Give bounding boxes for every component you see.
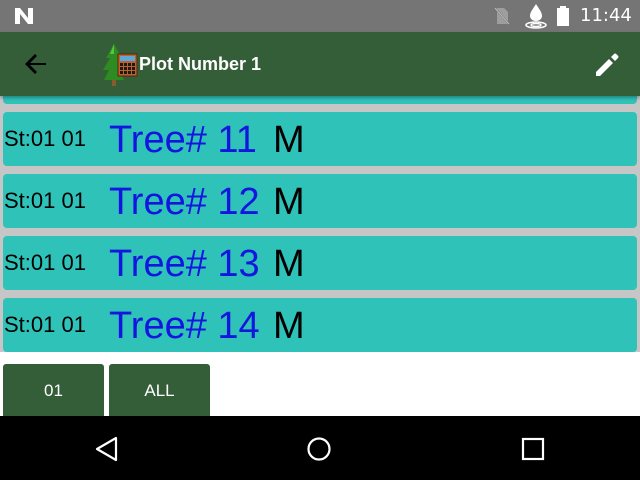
tree-plot-logo-icon [103, 44, 138, 86]
system-nav-bar [0, 416, 640, 480]
list-item[interactable]: St:01 01 Tree# 13 M [3, 236, 637, 290]
tree-list[interactable]: St:01 01 Tree# 11 M St:01 01 Tree# 12 M … [0, 96, 640, 352]
status-bar: 11:44 [0, 0, 640, 32]
nav-recents-icon[interactable] [521, 437, 545, 461]
tree-number: Tree# 13 [109, 243, 260, 285]
status-clock: 11:44 [580, 5, 632, 26]
filter-bar: 01 ALL [0, 352, 640, 416]
back-arrow-icon[interactable] [18, 46, 54, 82]
tree-status: M [273, 181, 305, 223]
filter-subplot-01-button[interactable]: 01 [3, 364, 104, 416]
subplot-label: St:01 01 [4, 188, 86, 213]
tree-number: Tree# 12 [109, 181, 260, 223]
list-item[interactable]: St:01 01 Tree# 12 M [3, 174, 637, 228]
subplot-label: St:01 01 [4, 250, 86, 275]
app-screen: 11:44 Plot Number 1 St:01 01 Tree# 11 M … [0, 0, 640, 480]
n-logo-icon [15, 8, 33, 24]
pencil-icon[interactable] [590, 48, 624, 82]
battery-icon [557, 6, 569, 26]
list-item[interactable]: St:01 01 Tree# 11 M [3, 112, 637, 166]
filter-all-button[interactable]: ALL [109, 364, 210, 416]
tree-number: Tree# 11 [109, 119, 257, 161]
water-drop-icon [525, 4, 547, 29]
tree-status: M [273, 243, 305, 285]
no-sim-icon [494, 7, 510, 25]
tree-number: Tree# 14 [109, 305, 260, 347]
nav-back-icon[interactable] [94, 436, 120, 462]
subplot-label: St:01 01 [4, 312, 86, 337]
tree-status: M [273, 119, 305, 161]
subplot-label: St:01 01 [4, 126, 86, 151]
nav-home-icon[interactable] [306, 436, 332, 462]
list-item[interactable] [3, 96, 637, 104]
page-title: Plot Number 1 [139, 54, 262, 74]
tree-status: M [273, 305, 305, 347]
app-bar: Plot Number 1 [0, 32, 640, 96]
list-item[interactable]: St:01 01 Tree# 14 M [3, 298, 637, 352]
